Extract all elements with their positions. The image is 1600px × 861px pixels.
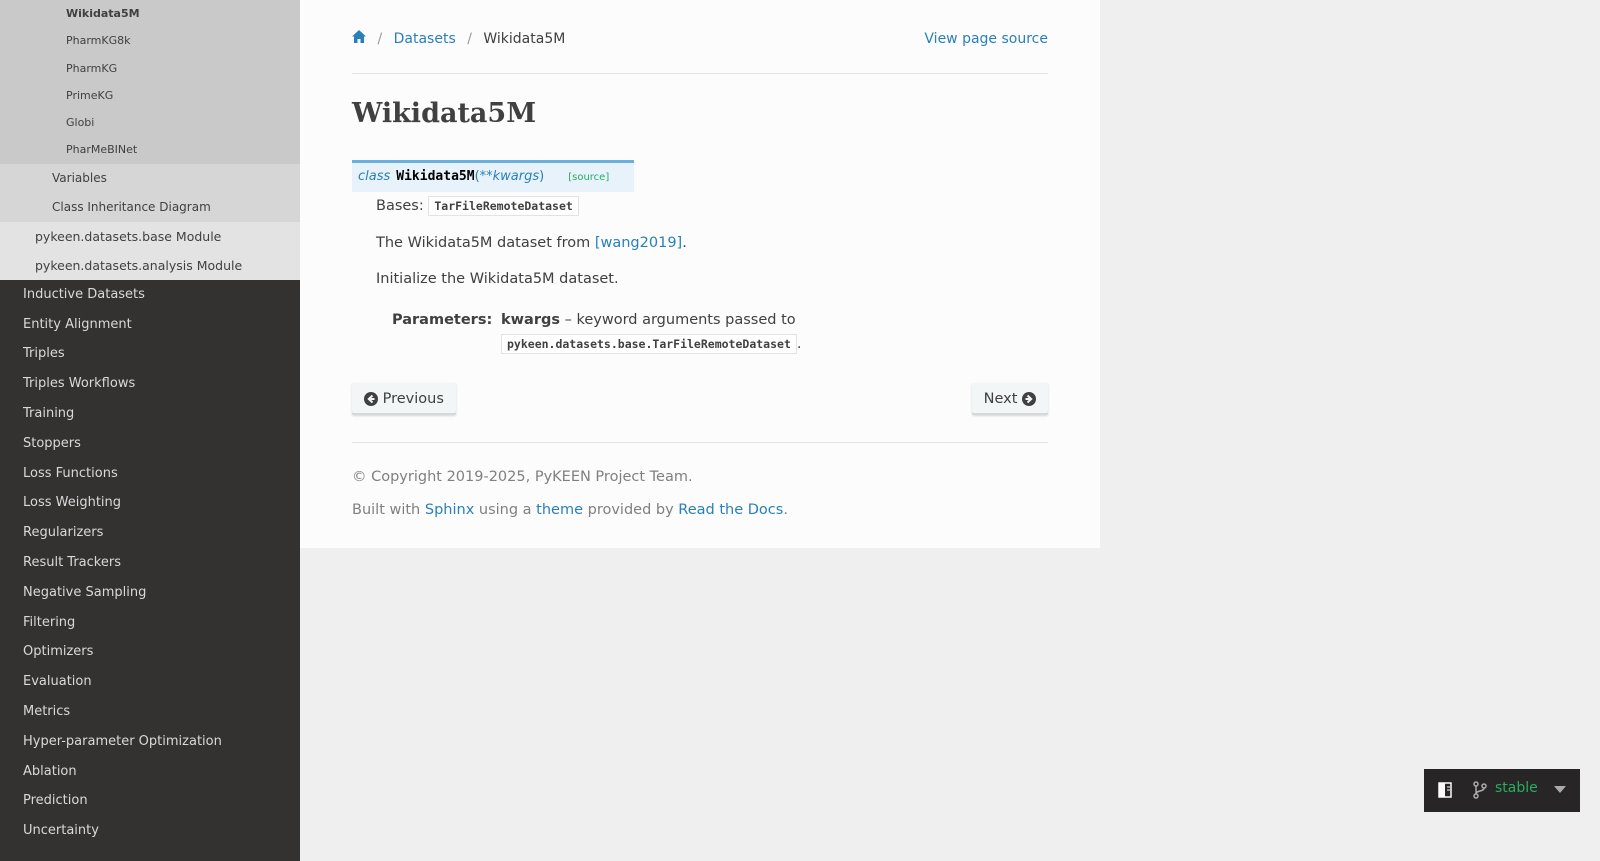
breadcrumb-datasets-link[interactable]: Datasets [394,31,456,47]
footer-divider [352,442,1048,443]
sidebar-item-variables[interactable]: Variables [0,164,300,193]
sidebar-item-regularizers[interactable]: Regularizers [0,518,300,548]
parameter-end: . [796,336,802,352]
sidebar-item-triples[interactable]: Triples [0,339,300,369]
version-label: stable [1495,780,1538,796]
sidebar-item-primekg[interactable]: PrimeKG [0,81,300,110]
parameter-code[interactable]: pykeen.datasets.base.TarFileRemoteDatase… [501,334,797,354]
toplevel-list: Inductive Datasets Entity Alignment Trip… [0,280,300,846]
sidebar-item-pharmebinet[interactable]: PharMeBINet [0,136,300,164]
parameter-code-line: pykeen.datasets.base.TarFileRemoteDatase… [501,334,802,354]
bases-label: Bases: [376,198,424,214]
breadcrumb-current: Wikidata5M [483,31,566,47]
sidebar-item-base-module[interactable]: pykeen.datasets.base Module [0,222,300,251]
footer-end: . [783,502,788,518]
class-signature: class Wikidata5M(**kwargs) [source] [352,160,634,192]
description-prefix: The Wikidata5M dataset from [376,235,595,251]
sidebar-item-result-trackers[interactable]: Result Trackers [0,548,300,578]
sidebar-item-class-inheritance-diagram[interactable]: Class Inheritance Diagram [0,193,300,222]
arrow-circle-left-icon [364,392,378,406]
read-the-docs-link[interactable]: Read the Docs [678,502,783,518]
caret-down-icon [1554,786,1566,793]
sidebar-item-analysis-module[interactable]: pykeen.datasets.analysis Module [0,251,300,280]
using-a-text: using a [474,502,537,518]
sidebar-item-training[interactable]: Training [0,399,300,429]
sidebar-nav: Wikidata5M PharmKG8k PharmKG PrimeKG Glo… [0,0,300,861]
parameter-text: – keyword arguments passed to [559,312,796,328]
modules-list: pykeen.datasets.base Module pykeen.datas… [0,221,300,280]
sidebar-item-evaluation[interactable]: Evaluation [0,667,300,697]
breadcrumb-divider [352,73,1048,74]
sphinx-link[interactable]: Sphinx [425,502,474,518]
sidebar-item-loss-functions[interactable]: Loss Functions [0,459,300,489]
sidebar-item-pharmkg8k[interactable]: PharmKG8k [0,27,300,55]
signature-name: Wikidata5M [396,169,475,184]
built-with-line: Built with Sphinx using a theme provided… [352,502,788,518]
sidebar-item-stoppers[interactable]: Stoppers [0,429,300,459]
breadcrumb-separator: / [377,31,383,47]
provided-by-text: provided by [583,502,679,518]
theme-link[interactable]: theme [536,502,583,518]
previous-button[interactable]: Previous [352,383,456,415]
built-with-text: Built with [352,502,425,518]
sidebar-item-entity-alignment[interactable]: Entity Alignment [0,310,300,340]
previous-label: Previous [382,391,444,407]
breadcrumb-separator: / [467,31,472,47]
parameter-description: kwargs – keyword arguments passed to [501,312,796,328]
parameters-label: Parameters: [392,312,493,328]
view-page-source-link[interactable]: View page source [924,27,1048,51]
home-icon[interactable] [352,27,366,51]
sidebar-item-hpo[interactable]: Hyper-parameter Optimization [0,727,300,757]
signature-param: **kwargs [479,169,540,184]
copyright: © Copyright 2019-2025, PyKEEN Project Te… [352,469,693,485]
source-link[interactable]: [source] [568,172,609,183]
version-selector[interactable]: stable [1424,769,1580,812]
sidebar-item-prediction[interactable]: Prediction [0,786,300,816]
datasets-list: Wikidata5M PharmKG8k PharmKG PrimeKG Glo… [0,0,300,164]
book-icon [1438,782,1452,798]
sidebar-item-inductive-datasets[interactable]: Inductive Datasets [0,280,300,310]
init-text: Initialize the Wikidata5M dataset. [376,271,619,287]
signature-keyword: class [358,169,391,184]
sidebar-item-loss-weighting[interactable]: Loss Weighting [0,488,300,518]
description-suffix: . [682,235,687,251]
main-content: / Datasets / Wikidata5M View page source… [300,0,1100,548]
sidebar-item-filtering[interactable]: Filtering [0,608,300,638]
bases-code[interactable]: TarFileRemoteDataset [428,196,579,216]
description: The Wikidata5M dataset from [wang2019]. [376,235,687,251]
sidebar-item-pharmkg[interactable]: PharmKG [0,54,300,82]
signature-close-paren: ) [539,169,545,184]
sidebar-item-negative-sampling[interactable]: Negative Sampling [0,578,300,608]
sidebar-item-wikidata5m[interactable]: Wikidata5M [0,0,300,28]
bases-line: Bases: TarFileRemoteDataset [376,196,579,216]
subsections-list: Variables Class Inheritance Diagram [0,163,300,222]
sidebar-item-globi[interactable]: Globi [0,109,300,137]
next-button[interactable]: Next [971,383,1048,415]
arrow-circle-right-icon [1022,392,1036,406]
git-branch-icon [1473,781,1487,799]
parameter-name: kwargs [501,312,560,328]
page-title: Wikidata5M [352,98,537,129]
sidebar-item-uncertainty[interactable]: Uncertainty [0,816,300,846]
breadcrumb: / Datasets / Wikidata5M View page source [352,27,1048,51]
citation-link[interactable]: [wang2019] [595,235,682,251]
sidebar-item-triples-workflows[interactable]: Triples Workflows [0,369,300,399]
sidebar-item-optimizers[interactable]: Optimizers [0,637,300,667]
next-label: Next [983,391,1018,407]
sidebar-item-ablation[interactable]: Ablation [0,757,300,787]
sidebar-item-metrics[interactable]: Metrics [0,697,300,727]
